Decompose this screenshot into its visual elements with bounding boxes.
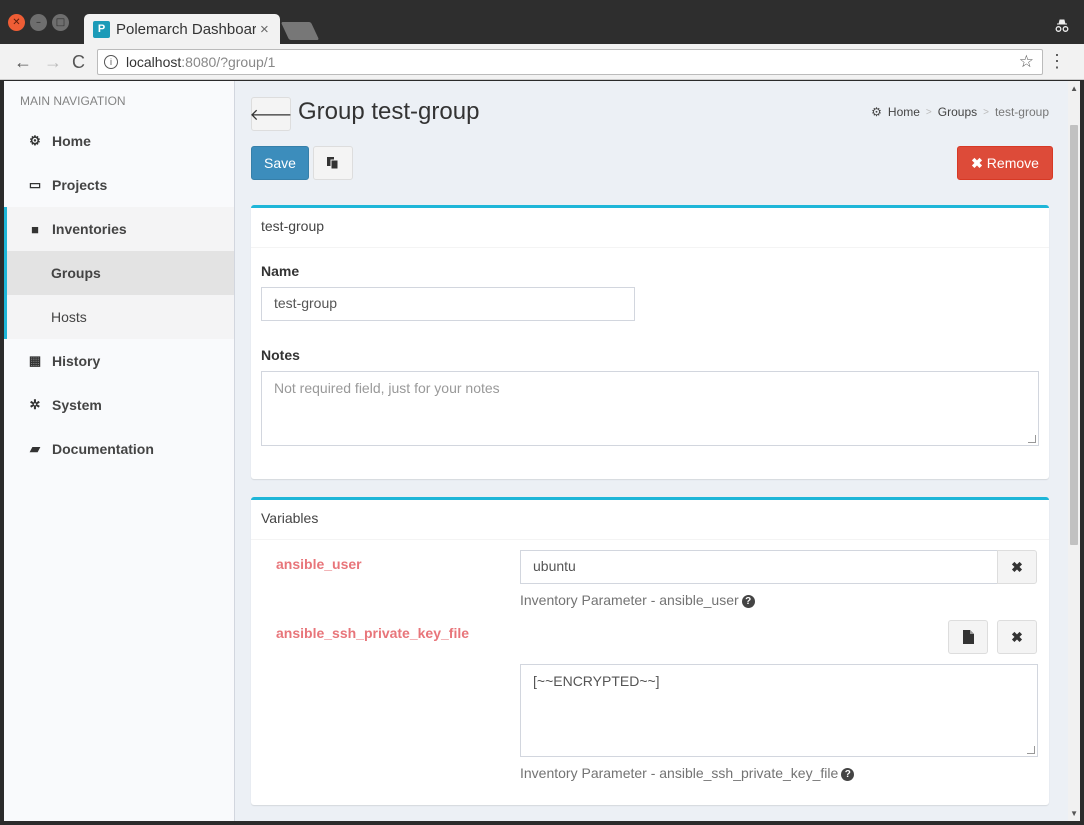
- file-icon: [962, 630, 974, 644]
- calendar-icon: ▦: [28, 353, 42, 368]
- book-icon: ▰: [30, 441, 40, 456]
- bookmark-star-icon[interactable]: ☆: [1019, 52, 1034, 72]
- scroll-down-icon[interactable]: ▼: [1070, 809, 1078, 818]
- reload-icon[interactable]: C: [72, 52, 85, 73]
- copy-button[interactable]: [313, 146, 353, 180]
- window-close-button[interactable]: ✕: [8, 14, 25, 31]
- group-box: test-group Name test-group Notes Not req…: [251, 205, 1049, 479]
- var-value-ansible-user[interactable]: ubuntu: [520, 550, 998, 584]
- tab-title: Polemarch Dashboard: [116, 20, 256, 38]
- notes-placeholder: Not required field, just for your notes: [274, 380, 500, 396]
- sidebar-item-projects[interactable]: ▭ Projects: [4, 163, 234, 207]
- breadcrumb-separator: >: [983, 106, 989, 118]
- arrow-left-icon: 🡐: [249, 106, 293, 124]
- gear-icon: ✲: [29, 397, 41, 412]
- breadcrumb-home[interactable]: Home: [888, 105, 920, 119]
- sidebar-item-system[interactable]: ✲ System: [4, 383, 234, 427]
- browser-tab[interactable]: P Polemarch Dashboard ×: [84, 14, 280, 44]
- sidebar: MAIN NAVIGATION ⚙ Home ▭ Projects ■ Inve…: [4, 81, 235, 821]
- forward-nav-icon[interactable]: →: [44, 52, 62, 73]
- var-value-ansible-ssh-private-key-file[interactable]: [~~ENCRYPTED~~]: [520, 664, 1038, 757]
- url-host: localhost: [126, 54, 182, 70]
- remove-button[interactable]: ✖ Remove: [957, 146, 1053, 180]
- scroll-thumb[interactable]: [1070, 125, 1078, 545]
- page-scrollbar[interactable]: ▲ ▼: [1068, 81, 1080, 821]
- sidebar-item-hosts[interactable]: Hosts: [4, 295, 234, 339]
- sidebar-item-label: Documentation: [52, 441, 154, 457]
- sidebar-item-inventories[interactable]: ■ Inventories: [4, 207, 234, 251]
- times-icon: ✖: [1011, 558, 1023, 575]
- times-icon: ✖: [1011, 628, 1023, 645]
- incognito-icon: [1054, 18, 1070, 39]
- page: MAIN NAVIGATION ⚙ Home ▭ Projects ■ Inve…: [4, 81, 1080, 821]
- sidebar-item-groups[interactable]: Groups: [4, 251, 234, 295]
- url-path: :8080/?group/1: [181, 54, 276, 70]
- page-title: Group test-group: [298, 98, 480, 125]
- sidebar-item-label: Inventories: [52, 221, 127, 237]
- variables-box-header: Variables: [251, 500, 1049, 540]
- address-bar: ← → C i localhost :8080/?group/1 ☆ ⋮: [0, 44, 1084, 80]
- var-help-ansible-user: Inventory Parameter - ansible_user?: [520, 592, 755, 608]
- main-content: 🡐 Group test-group ⚙ Home > Groups > tes…: [236, 81, 1068, 821]
- sidebar-item-home[interactable]: ⚙ Home: [4, 119, 234, 163]
- info-icon[interactable]: i: [104, 55, 118, 69]
- window-maximize-button[interactable]: □: [52, 14, 69, 31]
- help-text: Inventory Parameter - ansible_ssh_privat…: [520, 765, 839, 781]
- sidebar-item-label: System: [52, 397, 102, 413]
- dashboard-icon: ⚙: [29, 133, 41, 148]
- sidebar-item-documentation[interactable]: ▰ Documentation: [4, 427, 234, 471]
- notes-textarea[interactable]: Not required field, just for your notes: [261, 371, 1039, 446]
- resize-handle[interactable]: [1027, 746, 1035, 754]
- clear-var-button[interactable]: ✖: [997, 620, 1037, 654]
- variables-box: Variables ansible_user ubuntu ✖ Inventor…: [251, 497, 1049, 805]
- notes-label: Notes: [261, 347, 300, 363]
- times-icon: ✖: [971, 154, 983, 171]
- url-input[interactable]: i localhost :8080/?group/1 ☆: [97, 49, 1043, 75]
- window-controls: ✕ – □: [8, 14, 69, 31]
- tab-close-icon[interactable]: ×: [260, 21, 269, 38]
- clear-var-button[interactable]: ✖: [997, 550, 1037, 584]
- back-nav-icon[interactable]: ←: [14, 52, 32, 73]
- remove-label: Remove: [986, 155, 1039, 171]
- dashboard-icon: ⚙: [871, 105, 882, 119]
- breadcrumb-groups[interactable]: Groups: [938, 105, 977, 119]
- browser-menu-icon[interactable]: ⋮: [1048, 51, 1066, 72]
- new-tab-button[interactable]: [280, 22, 320, 40]
- group-box-header: test-group: [251, 208, 1049, 248]
- question-circle-icon[interactable]: ?: [741, 594, 755, 608]
- sidebar-item-label: Projects: [52, 177, 108, 193]
- projects-icon: ▭: [28, 177, 42, 192]
- sidebar-item-label: Home: [52, 133, 91, 149]
- folder-icon: ■: [31, 221, 39, 237]
- breadcrumb: ⚙ Home > Groups > test-group: [871, 105, 1049, 119]
- window-minimize-button[interactable]: –: [30, 14, 47, 31]
- nav-header: MAIN NAVIGATION: [20, 94, 126, 108]
- question-circle-icon[interactable]: ?: [841, 767, 855, 781]
- var-help-ansible-ssh-private-key-file: Inventory Parameter - ansible_ssh_privat…: [520, 765, 855, 781]
- copy-icon: [327, 157, 339, 170]
- browser-titlebar: ✕ – □ P Polemarch Dashboard ×: [0, 0, 1084, 44]
- polemarch-favicon-icon: P: [93, 20, 110, 38]
- name-input[interactable]: test-group: [261, 287, 635, 321]
- encrypted-value: [~~ENCRYPTED~~]: [533, 673, 660, 689]
- name-label: Name: [261, 263, 300, 279]
- scroll-up-icon[interactable]: ▲: [1070, 84, 1078, 93]
- save-button[interactable]: Save: [251, 146, 309, 180]
- back-button[interactable]: 🡐: [249, 97, 293, 131]
- breadcrumb-current: test-group: [994, 105, 1049, 119]
- help-text: Inventory Parameter - ansible_user: [520, 592, 739, 608]
- sidebar-item-history[interactable]: ▦ History: [4, 339, 234, 383]
- breadcrumb-separator: >: [925, 106, 932, 118]
- resize-handle[interactable]: [1028, 435, 1036, 443]
- var-key-ansible-user: ansible_user: [276, 556, 362, 572]
- sidebar-item-label: History: [52, 353, 101, 369]
- var-key-ansible-ssh-private-key-file: ansible_ssh_private_key_file: [276, 625, 470, 641]
- load-file-button[interactable]: [948, 620, 988, 654]
